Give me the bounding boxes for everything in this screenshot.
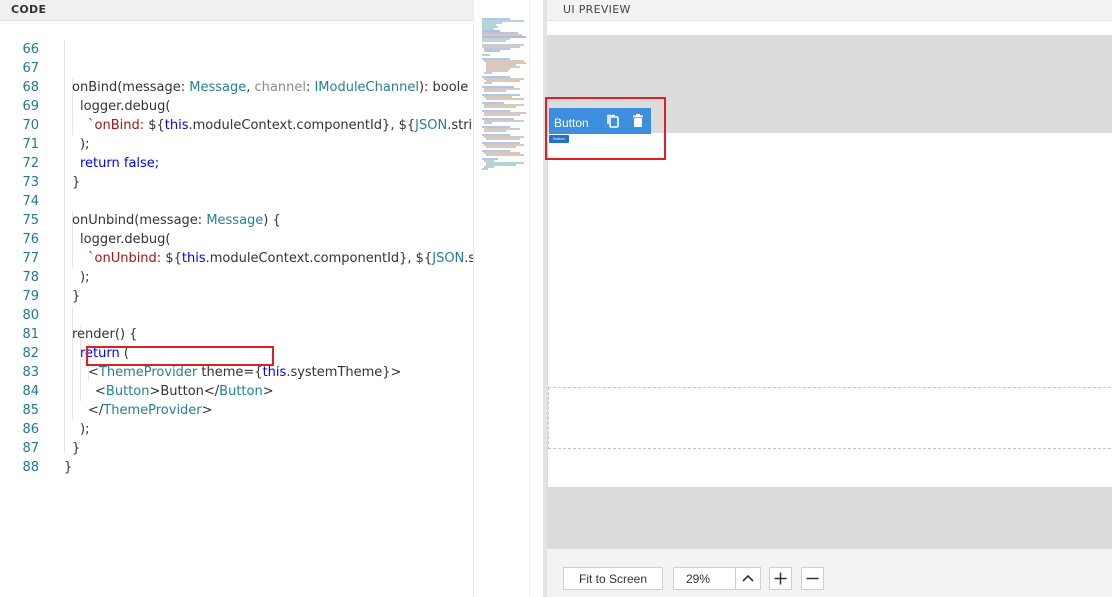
code-panel-title: CODE: [0, 0, 543, 21]
zoom-value: 29%: [686, 572, 711, 586]
zoom-out-button[interactable]: [801, 567, 824, 590]
preview-footer: Fit to Screen 29%: [547, 549, 1112, 597]
code-highlight-box: [86, 346, 274, 366]
code-line[interactable]: 71 return false;: [0, 116, 473, 171]
chevron-up-icon[interactable]: [735, 568, 760, 589]
code-line[interactable]: 69 `onBind: ${this.moduleContext.compone…: [0, 78, 473, 133]
fit-to-screen-button[interactable]: Fit to Screen: [563, 567, 663, 590]
preview-panel-title: UI PREVIEW: [547, 0, 1112, 21]
zoom-select[interactable]: 29%: [673, 567, 761, 590]
code-line[interactable]: 76 `onUnbind: ${this.moduleContext.compo…: [0, 211, 473, 266]
code-line[interactable]: 87 }: [0, 420, 473, 475]
drop-zone[interactable]: [548, 387, 1111, 449]
code-line[interactable]: 88: [0, 439, 473, 475]
code-line[interactable]: 75 logger.debug(: [0, 192, 473, 247]
code-line[interactable]: 68 logger.debug(: [0, 59, 473, 114]
code-text: }: [64, 460, 73, 475]
code-line[interactable]: 86 }: [0, 401, 473, 456]
code-panel: CODE 66 67 onBind(message: Message, chan…: [0, 0, 544, 597]
code-editor[interactable]: 66 67 onBind(message: Message, channel: …: [0, 21, 473, 597]
code-line[interactable]: 85 );: [0, 382, 473, 437]
code-scrollbar[interactable]: [529, 0, 544, 597]
selection-highlight: [545, 97, 666, 160]
code-line[interactable]: 80 render() {: [0, 287, 473, 342]
code-line[interactable]: 74 onUnbind(message: Message) {: [0, 173, 473, 228]
code-line[interactable]: 70 );: [0, 97, 473, 152]
code-line[interactable]: 77 );: [0, 230, 473, 285]
zoom-in-button[interactable]: [769, 567, 792, 590]
code-line[interactable]: 78 }: [0, 249, 473, 304]
preview-panel: UI PREVIEW Button Button Fit to Screen 2…: [545, 0, 1112, 597]
code-line[interactable]: 72 }: [0, 135, 473, 190]
code-minimap[interactable]: [473, 0, 530, 597]
code-line[interactable]: 82 <ThemeProvider theme={this.systemThem…: [0, 325, 473, 380]
code-line[interactable]: 81 return (: [0, 306, 473, 361]
minus-icon: [806, 577, 819, 580]
code-line[interactable]: 73: [0, 154, 473, 190]
preview-canvas[interactable]: Button Button: [545, 35, 1112, 549]
code-line[interactable]: 79: [0, 268, 473, 304]
plus-icon: [774, 572, 787, 585]
minimap-lines: [482, 18, 526, 170]
code-line[interactable]: 66: [0, 21, 473, 57]
line-number: 88: [22, 460, 39, 475]
code-line[interactable]: 67 onBind(message: Message, channel: IMo…: [0, 40, 473, 95]
